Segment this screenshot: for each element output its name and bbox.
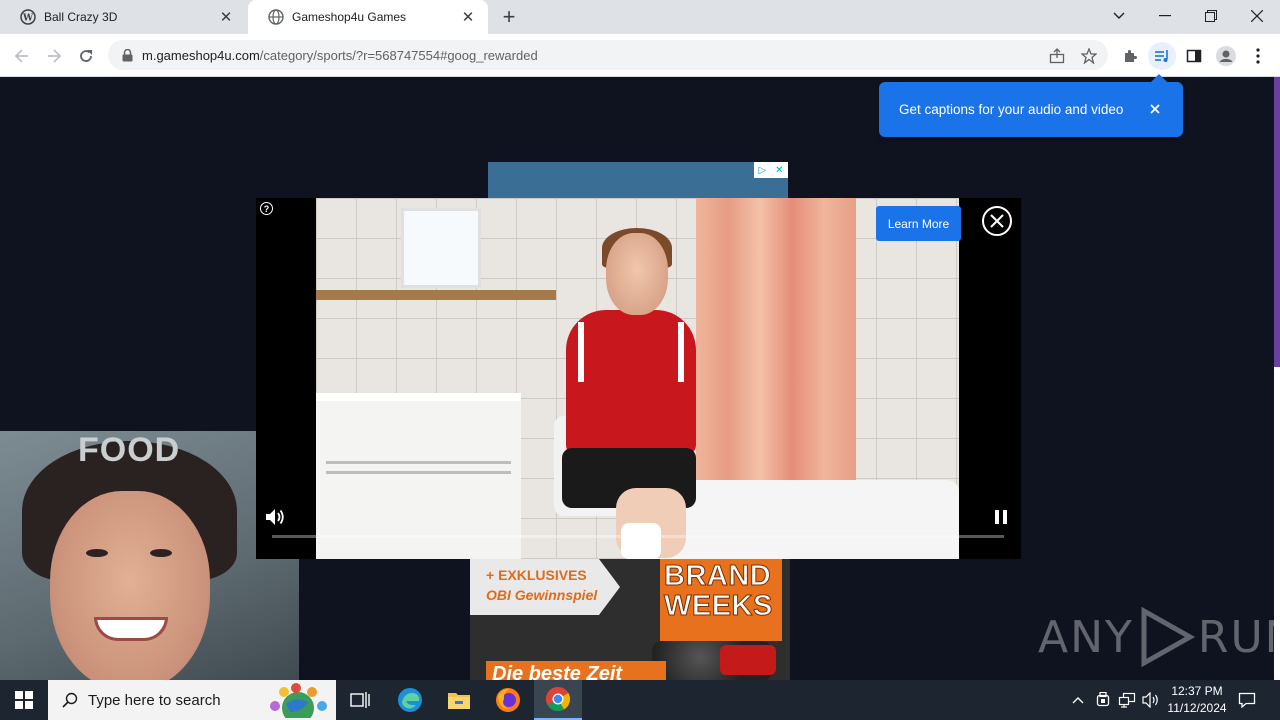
edge-icon[interactable] (386, 680, 434, 720)
search-highlight-art-icon (270, 683, 327, 718)
lock-icon[interactable] (120, 48, 134, 62)
cabinet-handle (326, 461, 511, 464)
new-tab-button[interactable]: + (497, 4, 521, 29)
caption-promo-text: Get captions for your audio and video (899, 102, 1124, 117)
play-triangle-icon (1141, 607, 1195, 667)
close-icon (990, 214, 1004, 228)
caption-promo-close-icon[interactable] (1147, 101, 1163, 117)
file-explorer-icon[interactable] (435, 680, 483, 720)
adchoices-triangle-icon[interactable]: ▷ (758, 165, 766, 176)
video-ad-overlay[interactable]: ? Learn More (256, 198, 1021, 559)
anyrun-watermark: ANY RUN (1038, 607, 1274, 667)
drill-image-accent (720, 645, 776, 675)
obi-banner: + EXKLUSIVES OBI Gewinnspiel (470, 559, 620, 615)
url-host: m.gameshop4u.com (142, 47, 260, 63)
tab-gameshop4u[interactable]: Gameshop4u Games ✕ (248, 0, 488, 34)
ad-portrait-eye (150, 549, 172, 557)
back-button[interactable] (8, 42, 36, 70)
learn-more-button[interactable]: Learn More (876, 206, 961, 241)
obi-line2: OBI Gewinnspiel (486, 587, 598, 603)
shirt-stripe (678, 322, 684, 382)
url-text: m.gameshop4u.com/category/sports/?r=5687… (142, 48, 538, 63)
tab-strip: W Ball Crazy 3D ✕ Gameshop4u Games ✕ + (0, 0, 1280, 34)
wordpress-icon: W (20, 9, 36, 25)
adchoices-icon[interactable]: ▷ ✕ (754, 162, 788, 178)
obi-ad[interactable]: + EXKLUSIVES OBI Gewinnspiel BRAND WEEKS… (470, 559, 790, 680)
media-controls-icon[interactable] (1148, 42, 1176, 70)
close-tab-icon[interactable]: ✕ (218, 9, 234, 26)
chrome-icon[interactable] (534, 680, 582, 720)
minimize-button[interactable] (1142, 0, 1188, 32)
firefox-icon[interactable] (484, 680, 532, 720)
clock-time: 12:37 PM (1171, 684, 1223, 698)
brand-line2: WEEKS (664, 590, 773, 622)
obi-line1: + EXKLUSIVES (486, 567, 587, 583)
top-banner-ad[interactable]: ▷ ✕ (488, 162, 788, 202)
start-button[interactable] (0, 680, 48, 720)
search-icon (62, 692, 78, 708)
tab-search-chevron-icon[interactable] (1096, 0, 1142, 32)
network-icon[interactable] (1116, 680, 1138, 720)
browser-toolbar: m.gameshop4u.com/category/sports/?r=5687… (0, 34, 1280, 77)
forward-button[interactable] (40, 42, 68, 70)
ad-close-icon[interactable]: ✕ (775, 165, 783, 176)
svg-text:W: W (22, 14, 34, 24)
tab-ball-crazy-3d[interactable]: W Ball Crazy 3D ✕ (0, 0, 246, 34)
ad-info-icon[interactable]: ? (260, 202, 273, 215)
notification-center-icon[interactable] (1232, 680, 1262, 720)
page-scrollbar-track[interactable] (1274, 367, 1280, 680)
profile-avatar-icon[interactable] (1212, 42, 1240, 70)
tab-title: Gameshop4u Games (292, 10, 407, 24)
task-view-icon[interactable] (336, 680, 384, 720)
bookmark-star-icon[interactable] (1080, 47, 1098, 65)
taskbar-clock[interactable]: 12:37 PM 11/12/2024 (1158, 683, 1236, 717)
shirt-stripe (578, 322, 584, 382)
url-path: /category/sports/?r=568747554#goog_rewar… (259, 47, 538, 63)
brand-line1: BRAND (664, 560, 772, 592)
video-shower-curtain (696, 198, 856, 518)
pause-icon[interactable] (990, 506, 1012, 528)
watermark-left: ANY (1038, 611, 1134, 663)
video-progress-bar[interactable] (272, 535, 1004, 538)
brand-weeks-panel: BRAND WEEKS (660, 559, 782, 641)
restore-button[interactable] (1188, 0, 1234, 32)
address-bar[interactable]: m.gameshop4u.com/category/sports/?r=5687… (108, 40, 1108, 70)
search-placeholder: Type here to search (88, 691, 221, 709)
windows-taskbar: Type here to search 12:37 PM 11/12/2024 (0, 680, 1280, 720)
ad-portrait-smile (94, 617, 168, 641)
video-person-shirt (566, 310, 696, 455)
security-tray-icon[interactable] (1093, 680, 1113, 720)
close-ad-button[interactable] (982, 206, 1012, 236)
food-ad-label: FOOD (78, 431, 181, 469)
volume-icon[interactable] (264, 506, 286, 528)
globe-icon (268, 9, 284, 25)
video-person-head (606, 233, 668, 315)
reload-button[interactable] (72, 42, 100, 70)
windows-logo-icon (15, 691, 33, 709)
share-icon[interactable] (1048, 47, 1066, 65)
page-scrollbar-thumb[interactable] (1274, 77, 1280, 367)
ad-portrait-face (50, 491, 210, 680)
close-tab-icon[interactable]: ✕ (460, 9, 476, 26)
window-close-button[interactable] (1234, 0, 1280, 32)
ad-portrait-eye (86, 549, 108, 557)
video-person-sock (621, 523, 661, 559)
tab-title: Ball Crazy 3D (44, 10, 118, 24)
taskbar-search-box[interactable]: Type here to search (48, 680, 336, 720)
watermark-right: RUN (1197, 611, 1274, 663)
clock-date: 11/12/2024 (1167, 701, 1227, 715)
live-caption-promo: Get captions for your audio and video (879, 74, 1183, 137)
menu-kebab-icon[interactable] (1244, 42, 1272, 70)
cabinet-handle (326, 471, 511, 474)
video-frame[interactable] (316, 198, 959, 559)
video-shelf (316, 290, 556, 300)
food-ad[interactable]: FOOD (0, 431, 299, 680)
extensions-icon[interactable] (1116, 42, 1144, 70)
side-panel-icon[interactable] (1180, 42, 1208, 70)
video-window (401, 208, 481, 288)
tray-overflow-chevron-icon[interactable] (1068, 680, 1088, 720)
obi-bottom-text: Die beste Zeit (486, 661, 666, 680)
